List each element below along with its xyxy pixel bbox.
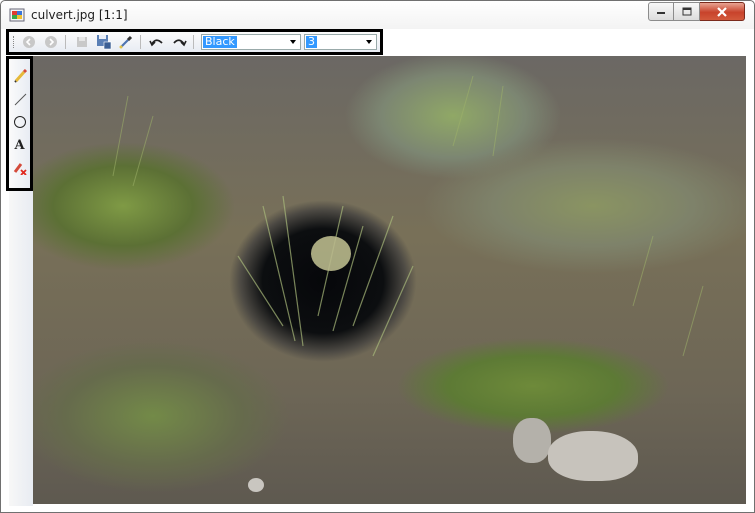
chevron-down-icon bbox=[290, 40, 296, 44]
save-as-icon bbox=[97, 35, 112, 50]
color-select[interactable]: Black bbox=[201, 34, 301, 50]
redo-icon bbox=[173, 39, 187, 47]
color-select-value: Black bbox=[203, 35, 237, 48]
maximize-button[interactable] bbox=[674, 2, 700, 21]
save-icon bbox=[77, 37, 87, 47]
redo-button[interactable] bbox=[169, 33, 189, 51]
forward-button[interactable] bbox=[41, 33, 61, 51]
drawing-tools-panel: A bbox=[6, 56, 33, 191]
grass-overlay bbox=[112, 75, 704, 357]
ellipse-icon bbox=[13, 116, 26, 128]
photo-canvas[interactable] bbox=[33, 56, 746, 504]
back-button[interactable] bbox=[19, 33, 39, 51]
rock bbox=[513, 418, 551, 463]
line-tool[interactable] bbox=[11, 90, 29, 108]
text-tool[interactable]: A bbox=[11, 136, 29, 154]
toolbar-grip[interactable] bbox=[13, 36, 17, 48]
minimize-button[interactable] bbox=[648, 2, 674, 21]
size-select-value: 3 bbox=[306, 35, 317, 48]
undo-button[interactable] bbox=[147, 33, 167, 51]
rock bbox=[548, 431, 638, 481]
clear-drawing-tool[interactable] bbox=[11, 159, 29, 177]
undo-icon bbox=[149, 39, 163, 47]
title-bar[interactable]: culvert.jpg [1:1] bbox=[1, 1, 754, 29]
main-toolbar: Black 3 bbox=[6, 29, 383, 55]
save-as-button[interactable] bbox=[94, 33, 114, 51]
size-select[interactable]: 3 bbox=[304, 34, 377, 50]
close-icon bbox=[717, 6, 727, 17]
save-button[interactable] bbox=[72, 33, 92, 51]
ellipse-tool[interactable] bbox=[11, 113, 29, 131]
eyedropper-icon bbox=[119, 35, 133, 49]
clear-drawing-icon bbox=[13, 163, 27, 175]
toolbar-separator bbox=[65, 35, 66, 49]
minimize-icon bbox=[657, 11, 665, 14]
toolbar-separator bbox=[193, 35, 194, 49]
window-title: culvert.jpg [1:1] bbox=[31, 8, 128, 22]
line-icon bbox=[14, 93, 26, 106]
image-viewer-window: culvert.jpg [1:1] Black 3 A bbox=[0, 0, 755, 513]
culvert-opening-highlight bbox=[311, 236, 351, 271]
pencil-tool[interactable] bbox=[11, 67, 29, 85]
forward-icon bbox=[45, 36, 57, 48]
text-icon: A bbox=[14, 137, 25, 153]
rock bbox=[248, 478, 264, 492]
back-icon bbox=[23, 36, 35, 48]
maximize-icon bbox=[682, 7, 691, 16]
eyedropper-button[interactable] bbox=[116, 33, 136, 51]
app-icon bbox=[9, 7, 25, 23]
chevron-down-icon bbox=[366, 40, 372, 44]
close-button[interactable] bbox=[700, 2, 745, 21]
pencil-icon bbox=[13, 69, 27, 83]
toolbar-separator bbox=[140, 35, 141, 49]
